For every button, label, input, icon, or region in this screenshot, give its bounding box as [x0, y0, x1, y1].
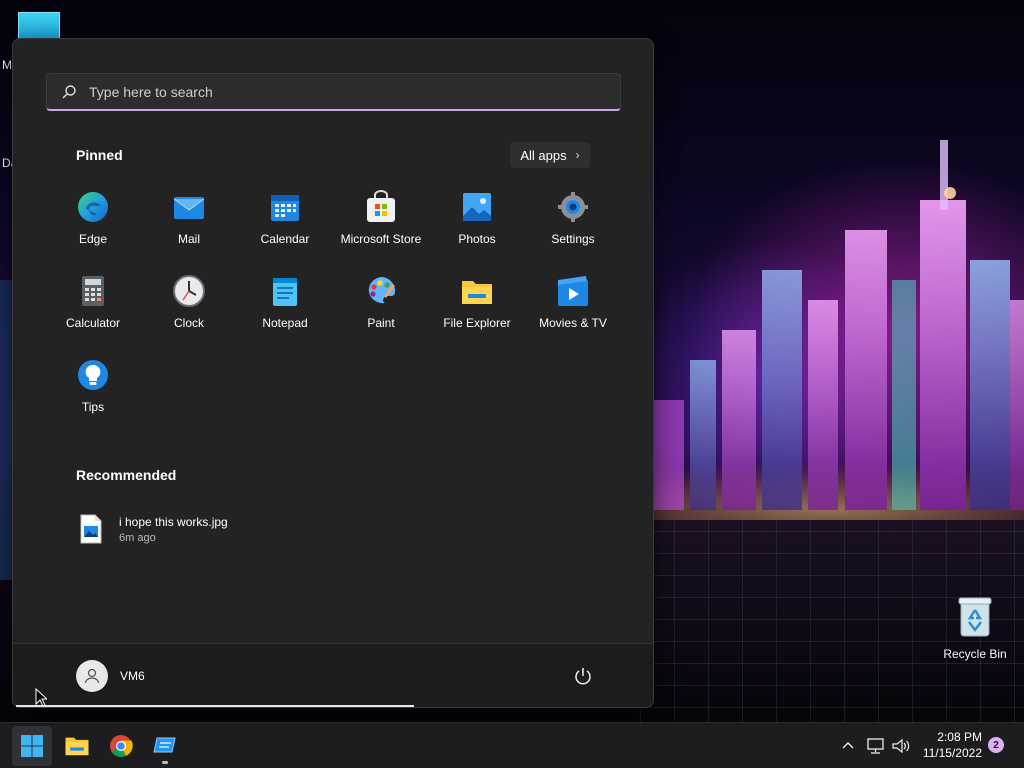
- folder-icon: [65, 737, 89, 756]
- network-icon: [867, 738, 884, 754]
- start-menu-footer: VM6: [13, 643, 653, 707]
- folder-icon: [462, 281, 492, 304]
- desktop-label-fragment: M: [2, 58, 12, 72]
- search-box[interactable]: [46, 73, 621, 111]
- recycle-bin-label: Recycle Bin: [943, 647, 1007, 661]
- start-button[interactable]: [12, 726, 52, 766]
- paint-icon: [368, 276, 396, 304]
- app-name: Notepad: [262, 316, 308, 330]
- power-icon[interactable]: [573, 666, 593, 686]
- recommended-file-time: 6m ago: [119, 531, 156, 544]
- taskbar-app[interactable]: [145, 726, 185, 766]
- start-menu: Pinned All apps › Edge Mail: [12, 38, 654, 708]
- app-name: Edge: [78, 232, 108, 246]
- pinned-heading: Pinned: [76, 147, 123, 163]
- app-name: Mail: [177, 232, 200, 246]
- pinned-app-calendar[interactable]: Calendar: [237, 184, 333, 268]
- app-name: Movies & TV: [539, 316, 607, 330]
- tips-icon: [78, 360, 108, 390]
- taskbar-file-explorer[interactable]: [57, 726, 97, 766]
- search-input[interactable]: [89, 83, 569, 100]
- speaker-icon: [892, 738, 910, 754]
- app-name: Microsoft Store: [340, 232, 422, 246]
- running-indicator: [162, 761, 168, 764]
- store-icon: [367, 190, 395, 222]
- mouse-cursor-icon: [35, 688, 47, 707]
- pinned-app-mail[interactable]: Mail: [141, 184, 237, 268]
- settings-icon: [558, 192, 588, 222]
- recommended-file-name: i hope this works.jpg: [119, 514, 228, 529]
- pinned-app-movies-tv[interactable]: Movies & TV: [525, 268, 621, 352]
- recycle-bin-icon: [958, 597, 992, 637]
- all-apps-button[interactable]: All apps ›: [510, 142, 590, 168]
- app-window-icon: [153, 737, 176, 753]
- mail-icon: [173, 197, 205, 219]
- pinned-app-edge[interactable]: Edge: [45, 184, 141, 268]
- pinned-app-calculator[interactable]: Calculator: [45, 268, 141, 352]
- pinned-app-notepad[interactable]: Notepad: [237, 268, 333, 352]
- pinned-app-microsoft-store[interactable]: Microsoft Store: [333, 184, 429, 268]
- desktop-shortcut-icon[interactable]: [18, 12, 60, 40]
- user-account-button[interactable]: VM6: [76, 660, 145, 692]
- chrome-icon: [110, 735, 133, 757]
- pinned-app-file-explorer[interactable]: File Explorer: [429, 268, 525, 352]
- app-name: Calendar: [260, 232, 310, 246]
- taskbar: 2:08 PM 11/15/2022 2: [0, 722, 1024, 768]
- pinned-apps-grid: Edge Mail Calendar Microsoft Store Photo…: [45, 184, 625, 436]
- pinned-app-clock[interactable]: Clock: [141, 268, 237, 352]
- pinned-app-tips[interactable]: Tips: [45, 352, 141, 436]
- taskbar-clock[interactable]: 2:08 PM 11/15/2022: [918, 729, 982, 761]
- movies-icon: [558, 276, 588, 306]
- notification-badge[interactable]: 2: [988, 737, 1004, 753]
- photos-icon: [463, 193, 491, 221]
- windows-logo-icon: [21, 735, 43, 757]
- calendar-icon: [271, 195, 299, 221]
- tray-volume[interactable]: [891, 723, 911, 768]
- clock-date: 11/15/2022: [922, 746, 982, 760]
- tray-network[interactable]: [866, 723, 886, 768]
- taskbar-chrome[interactable]: [101, 726, 141, 766]
- pinned-app-paint[interactable]: Paint: [333, 268, 429, 352]
- recommended-item[interactable]: i hope this works.jpg 6m ago: [75, 507, 335, 551]
- app-name: Paint: [367, 316, 395, 330]
- app-name: Calculator: [65, 316, 121, 330]
- clock-icon: [173, 275, 205, 307]
- pinned-app-photos[interactable]: Photos: [429, 184, 525, 268]
- pinned-app-settings[interactable]: Settings: [525, 184, 621, 268]
- calculator-icon: [82, 276, 104, 306]
- avatar: [76, 660, 108, 692]
- recycle-bin[interactable]: Recycle Bin: [940, 596, 1010, 661]
- app-name: File Explorer: [443, 316, 511, 330]
- app-name: Photos: [458, 232, 496, 246]
- recommended-heading: Recommended: [76, 467, 177, 483]
- app-name: Settings: [551, 232, 595, 246]
- tray-chevron[interactable]: [840, 723, 856, 768]
- user-icon: [84, 668, 100, 684]
- notepad-icon: [273, 278, 297, 306]
- edge-icon: [78, 192, 108, 222]
- search-icon: [62, 84, 76, 98]
- clock-time: 2:08 PM: [937, 730, 982, 744]
- image-file-icon: [80, 514, 102, 544]
- all-apps-label: All apps: [520, 147, 567, 163]
- user-name: VM6: [120, 669, 145, 683]
- app-name: Clock: [173, 316, 204, 330]
- start-animation-bar: [16, 705, 414, 707]
- chevron-right-icon: ›: [575, 148, 580, 162]
- chevron-up-icon: [842, 742, 854, 749]
- app-name: Tips: [81, 400, 105, 414]
